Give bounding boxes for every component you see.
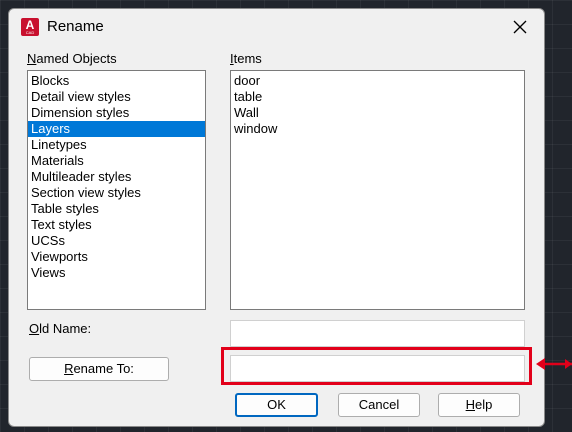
ok-button[interactable]: OK: [235, 393, 318, 417]
item-item[interactable]: table: [231, 89, 524, 105]
item-item[interactable]: Wall: [231, 105, 524, 121]
named-objects-label: Named Objects: [27, 51, 117, 66]
title-bar: A CAD Rename: [9, 9, 544, 45]
close-icon[interactable]: [510, 17, 530, 37]
named-object-item[interactable]: UCSs: [28, 233, 205, 249]
items-label: Items: [230, 51, 262, 66]
dialog-title: Rename: [47, 18, 104, 35]
named-object-item[interactable]: Blocks: [28, 73, 205, 89]
named-object-item[interactable]: Table styles: [28, 201, 205, 217]
named-object-item[interactable]: Layers: [28, 121, 205, 137]
autocad-app-icon: A CAD: [21, 18, 39, 36]
items-list[interactable]: door table Wall window: [230, 70, 525, 310]
help-button[interactable]: Help: [438, 393, 520, 417]
annotation-double-arrow-icon: [536, 358, 572, 370]
named-object-item[interactable]: Linetypes: [28, 137, 205, 153]
named-object-item[interactable]: Section view styles: [28, 185, 205, 201]
named-object-item[interactable]: Multileader styles: [28, 169, 205, 185]
named-object-item[interactable]: Views: [28, 265, 205, 281]
app-icon-sub: CAD: [25, 30, 35, 35]
named-object-item[interactable]: Text styles: [28, 217, 205, 233]
item-item[interactable]: door: [231, 73, 524, 89]
named-object-item[interactable]: Viewports: [28, 249, 205, 265]
old-name-field[interactable]: [230, 320, 525, 347]
named-objects-list[interactable]: Blocks Detail view styles Dimension styles…: [27, 70, 206, 310]
old-name-label: Old Name:: [29, 321, 92, 336]
named-object-item[interactable]: Detail view styles: [28, 89, 205, 105]
annotation-highlight-box: [221, 347, 532, 385]
named-object-item[interactable]: Materials: [28, 153, 205, 169]
cancel-button[interactable]: Cancel: [338, 393, 420, 417]
named-object-item[interactable]: Dimension styles: [28, 105, 205, 121]
rename-to-button[interactable]: Rename To:: [29, 357, 169, 381]
item-item[interactable]: window: [231, 121, 524, 137]
